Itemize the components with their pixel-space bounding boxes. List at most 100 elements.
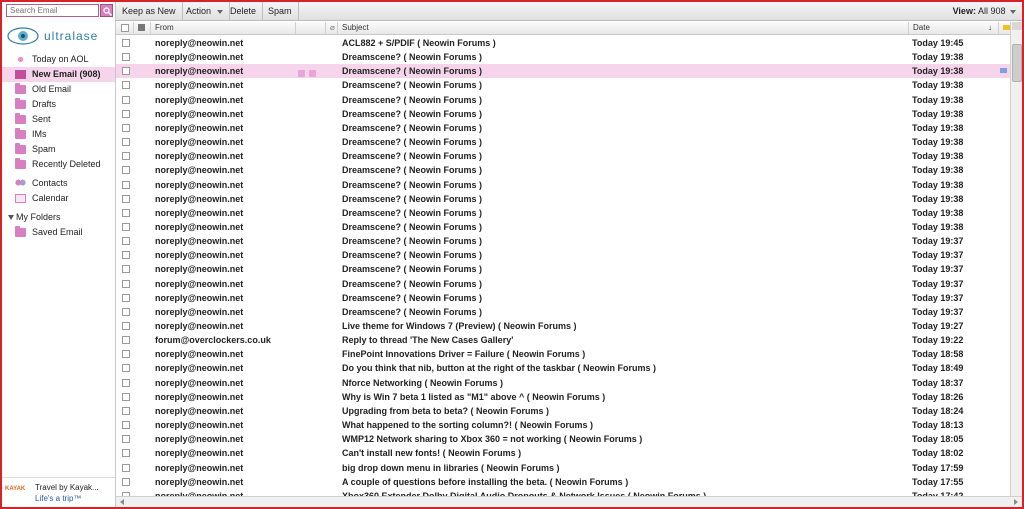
from-column-header[interactable]: From	[151, 22, 296, 34]
table-row[interactable]: noreply@neowin.net WMP12 Network sharing …	[116, 432, 1010, 446]
table-row[interactable]: noreply@neowin.net Dreamscene? ( Neowin F…	[116, 135, 1010, 149]
row-checkbox[interactable]	[122, 67, 130, 76]
table-row[interactable]: noreply@neowin.net Upgrading from beta to…	[116, 404, 1010, 418]
table-row[interactable]: noreply@neowin.net Dreamscene? ( Neowin F…	[116, 50, 1010, 64]
table-row[interactable]: noreply@neowin.net ACL882 + S/PDIF ( Neow…	[116, 36, 1010, 50]
table-row[interactable]: noreply@neowin.net Dreamscene? ( Neowin F…	[116, 291, 1010, 305]
dropdown-icon[interactable]	[298, 70, 305, 78]
row-checkbox[interactable]	[122, 435, 130, 444]
search-input[interactable]	[6, 4, 99, 17]
scroll-thumb[interactable]	[1012, 44, 1022, 82]
table-row[interactable]: noreply@neowin.net Dreamscene? ( Neowin F…	[116, 121, 1010, 135]
flag-column[interactable]	[999, 22, 1010, 34]
row-checkbox[interactable]	[122, 81, 130, 90]
vertical-scrollbar[interactable]	[1010, 22, 1022, 496]
view-selector[interactable]: View: All 908	[953, 2, 1016, 20]
table-row[interactable]: noreply@neowin.net Why is Win 7 beta 1 li…	[116, 390, 1010, 404]
sidebar-item-drafts[interactable]: Drafts	[2, 97, 115, 112]
spam-button[interactable]: Spam	[262, 2, 299, 20]
sidebar-item-today-on-aol[interactable]: Today on AOL	[2, 52, 115, 67]
table-row[interactable]: noreply@neowin.net Live theme for Windows…	[116, 319, 1010, 333]
horizontal-scrollbar[interactable]	[116, 496, 1022, 507]
row-checkbox[interactable]	[122, 293, 130, 302]
row-checkbox[interactable]	[122, 322, 130, 330]
ad-line2[interactable]: Life's a trip™	[35, 494, 81, 503]
action-menu-button[interactable]: Action	[180, 2, 231, 20]
scroll-up-arrow[interactable]	[1012, 22, 1022, 30]
keep-as-new-button[interactable]: Keep as New	[116, 2, 183, 20]
row-checkbox[interactable]	[122, 378, 130, 387]
row-checkbox[interactable]	[122, 123, 130, 132]
delete-button[interactable]: Delete	[224, 2, 264, 20]
trash-icon[interactable]	[309, 70, 316, 78]
table-row[interactable]: noreply@neowin.net Dreamscene? ( Neowin F…	[116, 248, 1010, 262]
row-checkbox[interactable]	[122, 222, 130, 231]
table-row[interactable]: noreply@neowin.net Dreamscene? ( Neowin F…	[116, 107, 1010, 121]
row-checkbox[interactable]	[122, 166, 130, 175]
table-row[interactable]: noreply@neowin.net Dreamscene? ( Neowin F…	[116, 305, 1010, 319]
table-row[interactable]: noreply@neowin.net Xbox360 Extender Dolby…	[116, 489, 1010, 496]
row-checkbox[interactable]	[122, 477, 130, 486]
table-row[interactable]: noreply@neowin.net Dreamscene? ( Neowin F…	[116, 64, 1010, 79]
table-row[interactable]: noreply@neowin.net What happened to the s…	[116, 418, 1010, 432]
table-row[interactable]: noreply@neowin.net Dreamscene? ( Neowin F…	[116, 206, 1010, 220]
priority-column[interactable]	[134, 22, 151, 34]
kayak-ad[interactable]: KAYAK Travel by Kayak... Life's a trip™	[2, 477, 115, 507]
row-checkbox[interactable]	[122, 95, 130, 104]
attachment-column[interactable]: ⌀	[326, 22, 338, 34]
sidebar-item-recently-deleted[interactable]: Recently Deleted	[2, 157, 115, 172]
row-checkbox[interactable]	[122, 336, 130, 345]
table-row[interactable]: noreply@neowin.net A couple of questions …	[116, 475, 1010, 489]
row-checkbox[interactable]	[122, 449, 130, 458]
table-row[interactable]: noreply@neowin.net big drop down menu in …	[116, 461, 1010, 475]
folder-saved-email[interactable]: Saved Email	[2, 225, 115, 240]
table-row[interactable]: noreply@neowin.net Nforce Networking ( Ne…	[116, 376, 1010, 390]
date-column-header[interactable]: Date ↓	[909, 22, 999, 34]
table-row[interactable]: noreply@neowin.net Dreamscene? ( Neowin F…	[116, 277, 1010, 291]
row-checkbox[interactable]	[122, 109, 130, 118]
row-checkbox[interactable]	[122, 138, 130, 147]
row-checkbox[interactable]	[122, 350, 130, 359]
row-checkbox[interactable]	[122, 194, 130, 203]
subject-column-header[interactable]: Subject	[338, 22, 909, 34]
table-row[interactable]: noreply@neowin.net Dreamscene? ( Neowin F…	[116, 178, 1010, 192]
row-checkbox[interactable]	[122, 53, 130, 62]
search-button[interactable]	[100, 4, 113, 17]
table-row[interactable]: noreply@neowin.net Dreamscene? ( Neowin F…	[116, 234, 1010, 248]
table-row[interactable]: noreply@neowin.net Do you think that nib,…	[116, 361, 1010, 375]
row-checkbox[interactable]	[122, 279, 130, 288]
sidebar-item-calendar[interactable]: Calendar	[2, 191, 115, 206]
scroll-right-arrow[interactable]	[1014, 499, 1018, 505]
row-checkbox[interactable]	[122, 307, 130, 316]
row-checkbox[interactable]	[122, 152, 130, 161]
table-row[interactable]: noreply@neowin.net Dreamscene? ( Neowin F…	[116, 163, 1010, 177]
row-checkbox[interactable]	[122, 180, 130, 189]
table-row[interactable]: noreply@neowin.net Dreamscene? ( Neowin F…	[116, 192, 1010, 206]
row-checkbox[interactable]	[122, 463, 130, 472]
row-checkbox[interactable]	[122, 364, 130, 373]
table-row[interactable]: noreply@neowin.net Dreamscene? ( Neowin F…	[116, 262, 1010, 276]
table-row[interactable]: noreply@neowin.net Can't install new font…	[116, 446, 1010, 460]
table-row[interactable]: noreply@neowin.net Dreamscene? ( Neowin F…	[116, 149, 1010, 163]
row-checkbox[interactable]	[122, 406, 130, 415]
sidebar-item-ims[interactable]: IMs	[2, 127, 115, 142]
scroll-left-arrow[interactable]	[120, 499, 124, 505]
sidebar-item-old-email[interactable]: Old Email	[2, 82, 115, 97]
my-folders-toggle[interactable]: My Folders	[8, 212, 61, 222]
select-all-checkbox[interactable]	[121, 24, 129, 32]
table-row[interactable]: noreply@neowin.net Dreamscene? ( Neowin F…	[116, 78, 1010, 92]
table-row[interactable]: noreply@neowin.net Dreamscene? ( Neowin F…	[116, 93, 1010, 107]
table-row[interactable]: noreply@neowin.net Dreamscene? ( Neowin F…	[116, 220, 1010, 234]
row-checkbox[interactable]	[122, 251, 130, 260]
row-checkbox[interactable]	[122, 208, 130, 217]
sidebar-item-contacts[interactable]: Contacts	[2, 176, 115, 191]
row-checkbox[interactable]	[122, 265, 130, 274]
sidebar-item-new-email-908[interactable]: New Email (908)	[2, 67, 115, 82]
row-checkbox[interactable]	[122, 237, 130, 246]
row-checkbox[interactable]	[122, 392, 130, 401]
table-row[interactable]: forum@overclockers.co.uk Reply to thread …	[116, 333, 1010, 347]
row-checkbox[interactable]	[122, 39, 130, 47]
sidebar-item-spam[interactable]: Spam	[2, 142, 115, 157]
table-row[interactable]: noreply@neowin.net FinePoint Innovations …	[116, 347, 1010, 361]
sidebar-item-sent[interactable]: Sent	[2, 112, 115, 127]
